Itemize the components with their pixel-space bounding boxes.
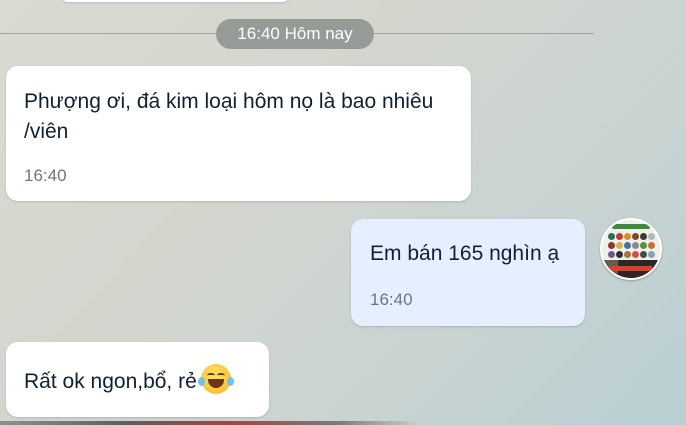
previous-message-bubble-edge — [60, 0, 290, 2]
laughing-tears-emoji-icon — [197, 364, 234, 394]
avatar-banner — [612, 224, 650, 229]
message-time: 16:40 — [24, 166, 67, 185]
message-time: 16:40 — [370, 290, 413, 309]
date-divider-line-right — [374, 33, 594, 34]
avatar-footer — [602, 260, 660, 278]
sender-avatar[interactable] — [600, 218, 662, 280]
message-text-row: Rất ok ngon,bổ, rẻ — [24, 364, 251, 397]
message-text: Phượng ơi, đá kim loại hôm nọ là bao nhi… — [24, 90, 434, 143]
date-divider: 16:40 Hôm nay — [216, 19, 374, 49]
message-text: Rất ok ngon,bổ, rẻ — [24, 370, 197, 393]
message-text: Em bán 165 nghìn ạ — [370, 242, 560, 265]
next-attachment-preview-edge — [0, 421, 420, 425]
avatar-stone-samples — [608, 233, 656, 259]
incoming-message-bubble[interactable]: Rất ok ngon,bổ, rẻ — [6, 342, 269, 417]
incoming-message-bubble[interactable]: Phượng ơi, đá kim loại hôm nọ là bao nhi… — [6, 66, 471, 201]
outgoing-message-bubble[interactable]: Em bán 165 nghìn ạ 16:40 — [351, 219, 585, 326]
date-divider-line-left — [0, 33, 216, 34]
